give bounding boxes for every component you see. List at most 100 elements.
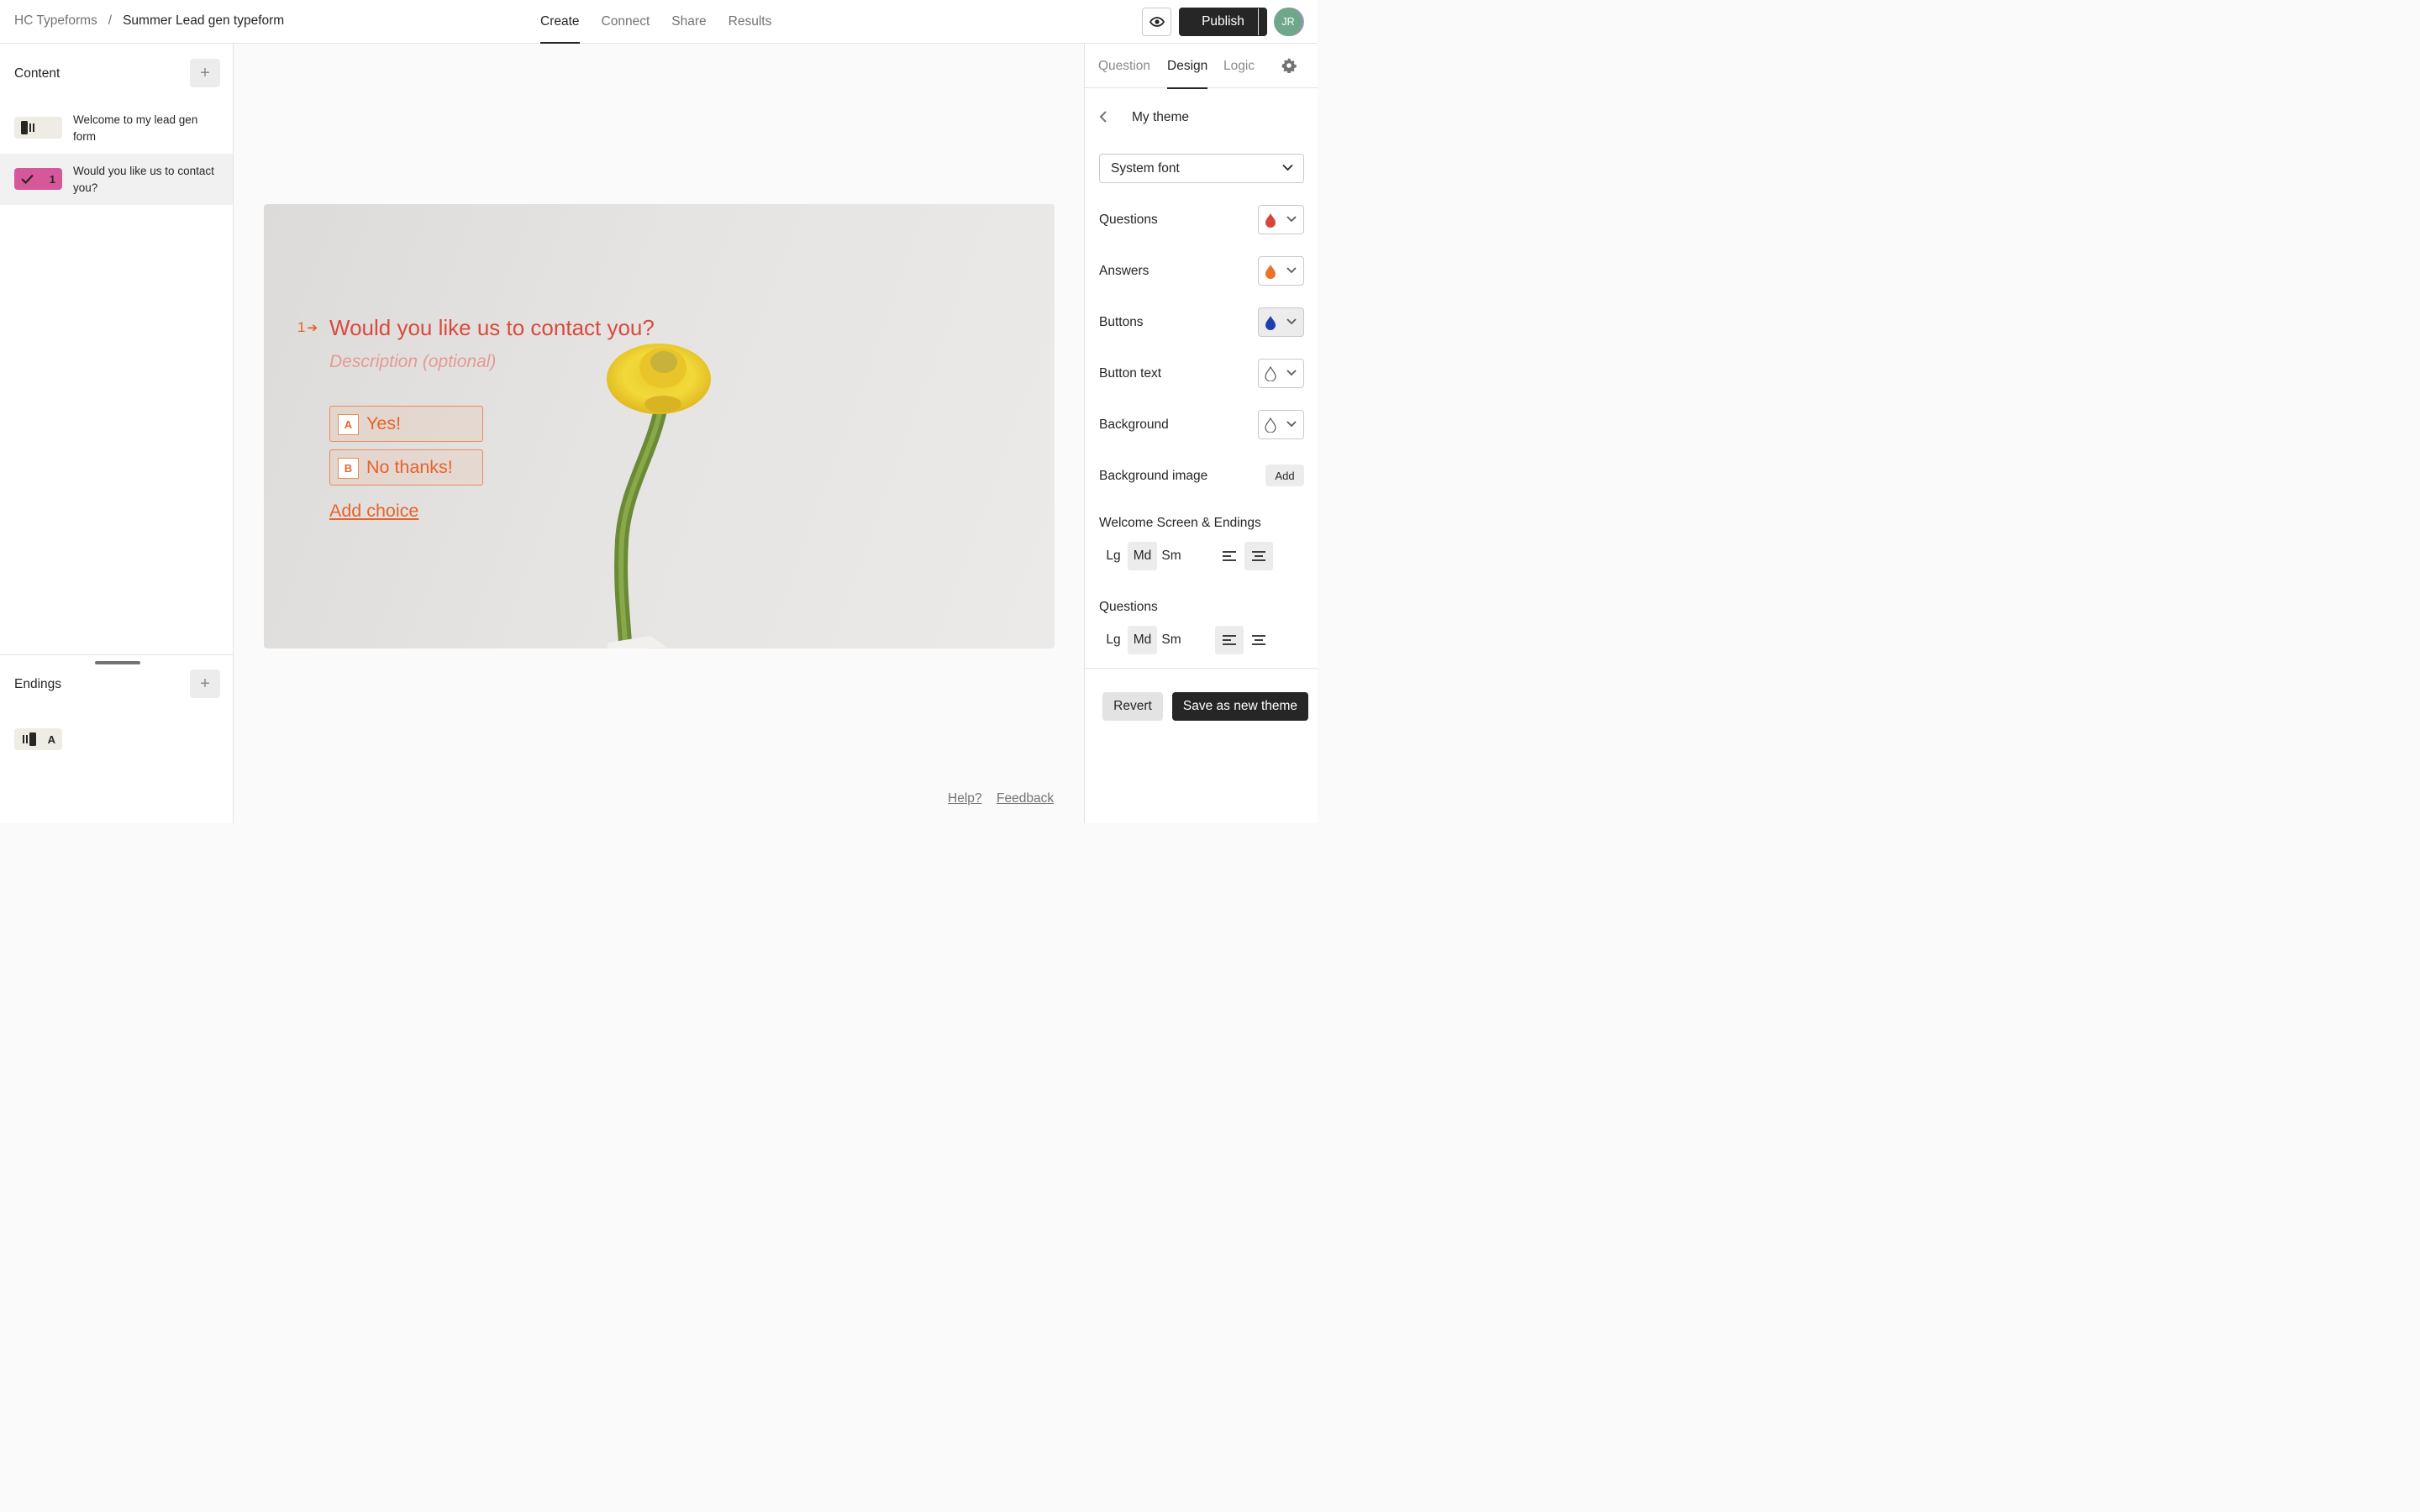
question-number: 1 ➔ — [297, 319, 318, 336]
tab-design[interactable]: Design — [1167, 44, 1208, 89]
breadcrumb: HC Typeforms / Summer Lead gen typeform — [14, 13, 284, 29]
choice-key-a: A — [338, 414, 359, 435]
questions-align-left-button[interactable] — [1215, 626, 1244, 654]
tab-results[interactable]: Results — [729, 0, 772, 44]
content-heading: Content — [14, 66, 60, 81]
theme-name: My theme — [1132, 110, 1190, 124]
questions-size-lg[interactable]: Lg — [1099, 626, 1128, 654]
avatar[interactable]: JR — [1274, 8, 1302, 36]
top-bar: HC Typeforms / Summer Lead gen typeform … — [0, 0, 1318, 44]
question-number-value: 1 — [297, 319, 306, 335]
endings-divider — [0, 654, 233, 655]
panel-tabs: Question Design Logic — [1085, 44, 1318, 89]
list-item-label: Welcome to my lead gen form — [73, 113, 198, 143]
endings-heading: Endings — [14, 677, 62, 691]
font-select[interactable]: System font — [1099, 154, 1304, 183]
add-choice-link[interactable]: Add choice — [329, 501, 418, 522]
tab-question[interactable]: Question — [1098, 44, 1150, 88]
chevron-down-icon — [1286, 267, 1297, 274]
questions-align-center-button[interactable] — [1244, 626, 1273, 654]
list-item-welcome[interactable]: Welcome to my lead gen form — [0, 102, 233, 154]
main-tabs: Create Connect Share Results — [540, 0, 793, 44]
welcome-screen-icon — [21, 121, 34, 134]
align-left-icon — [1223, 551, 1236, 561]
content-sidebar: Content + Welcome to my lead gen form 1 … — [0, 44, 234, 823]
choice-b[interactable]: B No thanks! — [329, 449, 483, 486]
welcome-size-md[interactable]: Md — [1128, 542, 1157, 570]
tab-connect[interactable]: Connect — [602, 0, 650, 44]
color-drop-icon — [1265, 366, 1276, 381]
add-content-button[interactable]: + — [190, 59, 220, 87]
feedback-link[interactable]: Feedback — [997, 791, 1054, 806]
align-center-icon — [1252, 635, 1265, 645]
add-ending-button[interactable]: + — [190, 669, 220, 698]
list-item-ending-a[interactable]: A — [14, 728, 62, 750]
check-icon — [21, 174, 34, 184]
breadcrumb-form-title[interactable]: Summer Lead gen typeform — [123, 13, 284, 29]
tab-logic[interactable]: Logic — [1223, 44, 1255, 88]
questions-color-label: Questions — [1099, 213, 1158, 227]
questions-layout-label: Questions — [1099, 600, 1158, 614]
gear-icon[interactable] — [1281, 58, 1297, 73]
chevron-down-icon — [1286, 421, 1297, 428]
button-text-color-label: Button text — [1099, 366, 1162, 381]
color-drop-icon — [1265, 316, 1276, 330]
resize-handle[interactable] — [95, 661, 140, 664]
chevron-left-icon[interactable] — [1099, 111, 1107, 123]
tab-create[interactable]: Create — [540, 0, 580, 44]
buttons-color-label: Buttons — [1099, 315, 1144, 329]
ending-badge-letter: A — [47, 732, 55, 746]
dandelion-flower-image — [607, 344, 711, 648]
chevron-down-icon — [1286, 370, 1297, 376]
welcome-size-lg[interactable]: Lg — [1099, 542, 1128, 570]
chevron-down-icon — [1286, 318, 1297, 325]
button-text-color-picker[interactable] — [1258, 359, 1304, 388]
welcome-align-left-button[interactable] — [1215, 542, 1244, 570]
font-select-value: System font — [1111, 161, 1180, 176]
question-preview-card: 1 ➔ Would you like us to contact you? Des… — [264, 204, 1055, 648]
welcome-size-sm[interactable]: Sm — [1157, 542, 1186, 570]
answers-color-label: Answers — [1099, 264, 1150, 278]
color-drop-icon — [1265, 417, 1276, 433]
question-description-input[interactable]: Description (optional) — [329, 352, 496, 372]
background-image-label: Background image — [1099, 469, 1208, 483]
answers-color-picker[interactable] — [1258, 256, 1304, 286]
choice-label-b[interactable]: No thanks! — [366, 457, 453, 478]
eye-icon — [1149, 17, 1165, 27]
choice-key-b: B — [338, 458, 359, 479]
list-item-question-1[interactable]: 1 Would you like us to contact you? — [0, 154, 233, 205]
breadcrumb-workspace[interactable]: HC Typeforms — [14, 13, 97, 29]
topbar-divider — [1258, 8, 1259, 35]
choice-label-a[interactable]: Yes! — [366, 413, 401, 434]
help-link[interactable]: Help? — [948, 791, 982, 806]
background-color-picker[interactable] — [1258, 410, 1304, 439]
plus-icon: + — [200, 64, 210, 82]
plus-icon: + — [200, 675, 210, 693]
design-panel: Question Design Logic My theme System fo… — [1084, 44, 1318, 823]
question-badge: 1 — [14, 168, 62, 190]
ending-screen-icon — [23, 732, 36, 746]
buttons-color-picker[interactable] — [1258, 307, 1304, 337]
welcome-endings-label: Welcome Screen & Endings — [1099, 516, 1261, 530]
list-item-label: Would you like us to contact you? — [73, 165, 214, 194]
chevron-down-icon — [1282, 164, 1293, 171]
panel-footer-divider — [1085, 668, 1318, 669]
chevron-down-icon — [1286, 216, 1297, 223]
choice-a[interactable]: A Yes! — [329, 406, 483, 442]
tab-share[interactable]: Share — [671, 0, 706, 44]
save-as-new-theme-button[interactable]: Save as new theme — [1172, 692, 1308, 721]
preview-button[interactable] — [1142, 8, 1171, 36]
questions-size-sm[interactable]: Sm — [1157, 626, 1186, 654]
welcome-badge — [14, 117, 62, 139]
revert-button[interactable]: Revert — [1102, 692, 1163, 721]
welcome-align-center-button[interactable] — [1244, 542, 1273, 570]
background-color-label: Background — [1099, 417, 1169, 432]
add-background-image-button[interactable]: Add — [1265, 465, 1304, 486]
questions-color-picker[interactable] — [1258, 205, 1304, 234]
question-title[interactable]: Would you like us to contact you? — [329, 315, 655, 341]
publish-button[interactable]: Publish — [1179, 8, 1267, 36]
questions-size-md[interactable]: Md — [1128, 626, 1157, 654]
breadcrumb-separator: / — [108, 13, 113, 28]
align-left-icon — [1223, 635, 1236, 645]
color-drop-icon — [1265, 265, 1276, 279]
